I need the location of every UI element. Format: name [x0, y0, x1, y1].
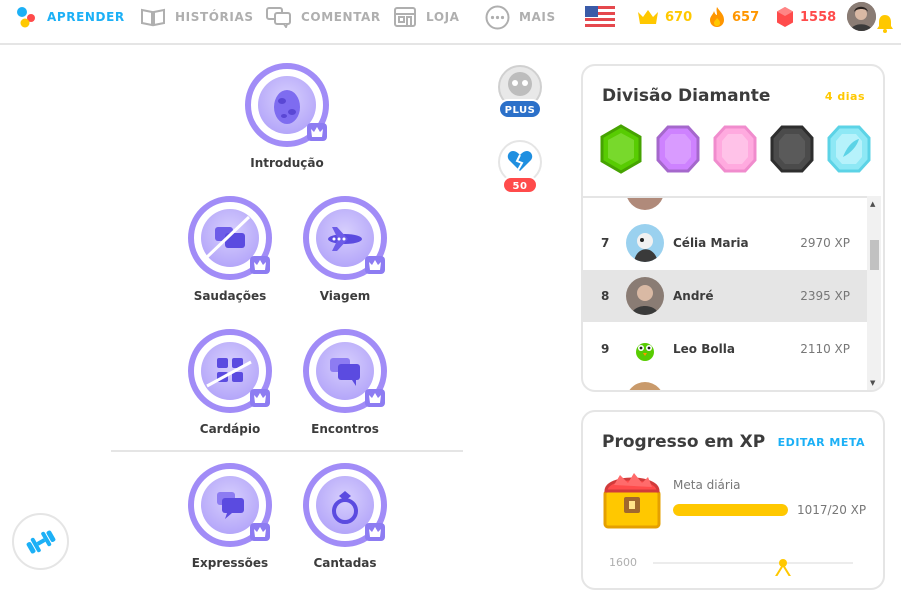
skill-label: Cantadas: [313, 556, 377, 570]
crowns-counter[interactable]: 670: [637, 3, 692, 31]
avatar: [626, 277, 664, 315]
league-tiers: [599, 124, 871, 174]
gems-counter[interactable]: 1558: [776, 3, 836, 31]
leaderboard-row[interactable]: 9 Leo Bolla 2110 XP: [583, 323, 870, 375]
top-nav-bar: APRENDER HISTÓRIAS COMENTAR LOJA MAIS 67…: [0, 0, 901, 45]
nav-discuss[interactable]: COMENTAR: [266, 4, 381, 30]
book-icon: [141, 8, 165, 27]
nav-more-label: MAIS: [519, 10, 556, 24]
leaderboard-xp: 2110 XP: [800, 342, 850, 356]
leaderboard-scrollbar[interactable]: ▲ ▼: [867, 196, 881, 390]
crown-level-icon: [250, 389, 270, 407]
crown-level-icon: [250, 256, 270, 274]
scroll-down-icon[interactable]: ▼: [870, 379, 875, 387]
amethyst-league-icon: [656, 125, 700, 173]
us-flag-icon: [585, 6, 615, 28]
avatar: [626, 382, 664, 390]
xp-progress-title: Progresso em XP: [602, 432, 766, 452]
leaderboard-name: André: [673, 289, 714, 303]
nav-stories[interactable]: HISTÓRIAS: [140, 4, 254, 30]
plus-button[interactable]: PLUS: [495, 64, 545, 122]
skill-expressoes[interactable]: Expressões: [185, 462, 275, 570]
skill-viagem[interactable]: Viagem: [300, 195, 390, 303]
daily-goal-progress-bar: [673, 504, 788, 516]
obsidian-league-icon: [770, 125, 814, 173]
leaderboard-xp: 2970 XP: [800, 236, 850, 250]
leaderboard-xp: 2395 XP: [800, 289, 850, 303]
skill-label: Viagem: [319, 289, 371, 303]
more-dots-icon: [485, 5, 510, 29]
nav-shop[interactable]: LOJA: [393, 4, 460, 30]
crown-icon: [638, 10, 658, 24]
xp-chart-axis-tick: 1600: [609, 556, 637, 569]
nav-stories-label: HISTÓRIAS: [175, 10, 254, 24]
health-button[interactable]: 50: [495, 139, 545, 199]
skill-saudacoes[interactable]: Saudações: [185, 195, 275, 303]
avatar: [626, 330, 664, 368]
crown-level-icon: [307, 123, 327, 141]
daily-goal-value: 1017/20 XP: [797, 503, 867, 517]
scroll-up-icon[interactable]: ▲: [870, 200, 875, 208]
gem-icon: [777, 7, 793, 27]
dumbbell-icon: [26, 530, 55, 553]
treasure-chest-icon: [603, 473, 661, 529]
leaderboard-name: Leo Bolla: [673, 342, 735, 356]
streak-counter[interactable]: 657: [708, 3, 759, 31]
nav-discuss-label: COMENTAR: [301, 10, 381, 24]
league-title: Divisão Diamante: [602, 86, 771, 106]
shop-icon: [394, 7, 416, 27]
language-flag-button[interactable]: [585, 3, 615, 31]
crown-level-icon: [365, 389, 385, 407]
skill-encontros[interactable]: Encontros: [300, 328, 390, 436]
nav-learn[interactable]: APRENDER: [16, 4, 125, 30]
flame-icon: [710, 7, 724, 27]
xp-chart: [653, 559, 853, 576]
daily-goal-progress-fill: [673, 504, 788, 516]
bell-icon[interactable]: [876, 14, 894, 33]
duolingo-logo-icon: [17, 7, 35, 28]
streak-count: 657: [732, 9, 760, 25]
crowns-count: 670: [665, 9, 693, 25]
health-count-badge: 50: [502, 176, 538, 194]
practice-button[interactable]: [12, 513, 69, 570]
skill-label: Introdução: [250, 156, 324, 170]
leaderboard-rank: 8: [601, 289, 610, 303]
daily-goal-label: Meta diária: [673, 478, 741, 492]
skill-label: Expressões: [191, 556, 269, 570]
nav-more[interactable]: MAIS: [485, 4, 556, 30]
avatar[interactable]: [847, 2, 876, 31]
diamond-league-icon: [827, 125, 871, 173]
crown-level-icon: [365, 523, 385, 541]
skill-label: Encontros: [311, 422, 379, 436]
pearl-league-icon: [713, 125, 757, 173]
emerald-league-icon: [600, 124, 642, 174]
skill-label: Saudações: [193, 289, 267, 303]
leaderboard-name: Célia Maria: [673, 236, 749, 250]
avatar: [626, 224, 664, 262]
league-days-left: 4 dias: [824, 90, 865, 103]
nav-shop-label: LOJA: [426, 10, 460, 24]
leaderboard-list: 7 Célia Maria 2970 XP 8 André 2395 XP 9 …: [583, 196, 870, 390]
chat-bubbles-icon: [266, 7, 291, 28]
scroll-thumb[interactable]: [870, 240, 879, 270]
crown-level-icon: [250, 523, 270, 541]
skill-label: Cardápio: [199, 422, 261, 436]
skill-cardapio[interactable]: Cardápio: [185, 328, 275, 436]
nav-learn-label: APRENDER: [47, 10, 125, 24]
gems-count: 1558: [800, 9, 837, 25]
leaderboard-rank: 9: [601, 342, 610, 356]
skill-introducao[interactable]: Introdução: [242, 62, 332, 170]
leaderboard-rank: 7: [601, 236, 610, 250]
avatar-image: [847, 2, 876, 31]
plus-badge: PLUS: [498, 99, 542, 119]
leaderboard-row-current-user[interactable]: 8 André 2395 XP: [583, 270, 870, 322]
edit-goal-link[interactable]: EDITAR META: [778, 436, 865, 449]
league-card: Divisão Diamante 4 dias 7 Célia Maria 29…: [581, 64, 885, 392]
crown-level-icon: [365, 256, 385, 274]
leaderboard-row[interactable]: 7 Célia Maria 2970 XP: [583, 217, 870, 269]
xp-progress-card: Progresso em XP EDITAR META Meta diária …: [581, 410, 885, 590]
skill-cantadas[interactable]: Cantadas: [300, 462, 390, 570]
unit-divider: [111, 450, 463, 452]
avatar: [626, 198, 664, 210]
